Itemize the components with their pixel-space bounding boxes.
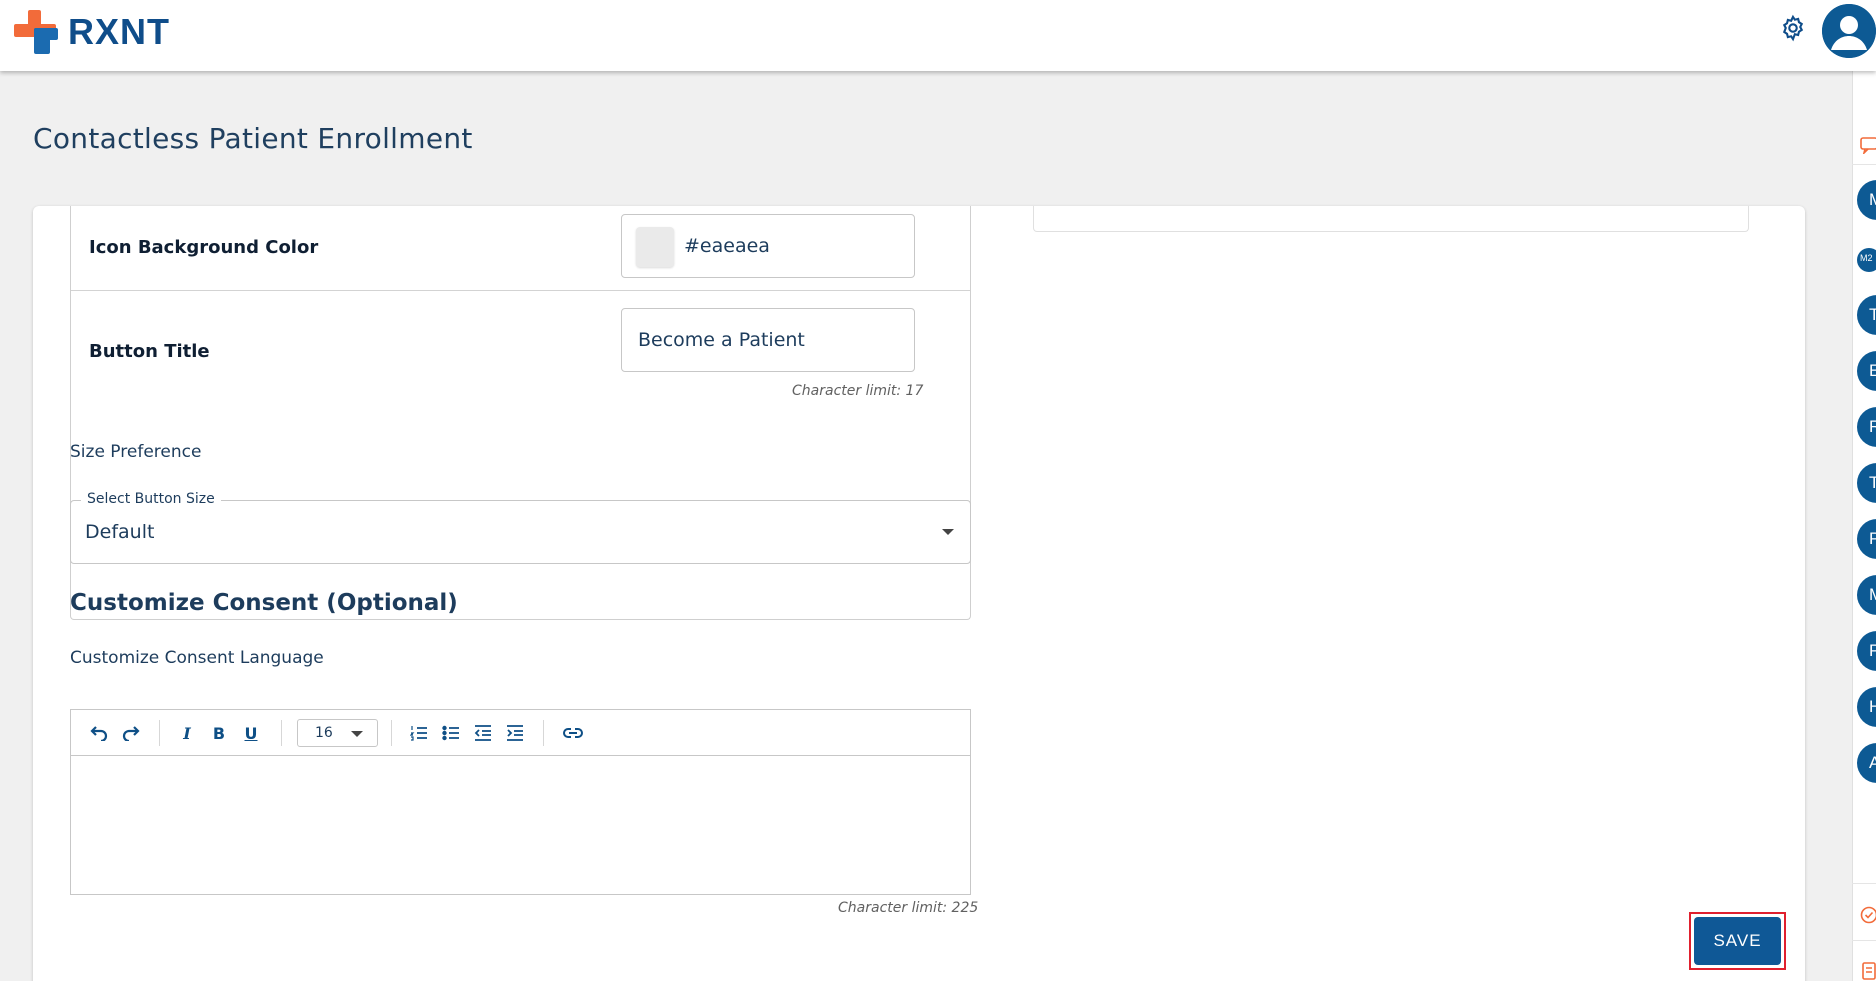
indent-icon[interactable] <box>503 721 527 745</box>
preview-panel <box>1033 206 1749 232</box>
enrollment-settings-card: Icon Background Color #eaeaea Button Tit… <box>33 206 1805 981</box>
gear-icon[interactable] <box>1779 14 1807 42</box>
ordered-list-icon[interactable] <box>407 721 431 745</box>
chevron-down-icon <box>942 529 954 535</box>
link-icon[interactable] <box>561 721 585 745</box>
redo-icon[interactable] <box>119 721 143 745</box>
underline-icon[interactable]: U <box>239 721 263 745</box>
button-title-input[interactable]: Become a Patient <box>621 308 915 372</box>
consent-language-label: Customize Consent Language <box>70 648 324 668</box>
save-button[interactable]: SAVE <box>1694 917 1781 965</box>
font-size-value: 16 <box>315 725 333 741</box>
color-swatch[interactable] <box>636 227 674 267</box>
consent-editor: I B U 16 <box>70 709 971 895</box>
save-button-highlight: SAVE <box>1689 912 1786 970</box>
page-title: Contactless Patient Enrollment <box>33 122 473 155</box>
icon-bg-color-label: Icon Background Color <box>89 237 319 258</box>
button-size-value: Default <box>85 521 155 543</box>
side-avatar[interactable]: M2 <box>1857 248 1876 272</box>
user-avatar-icon[interactable] <box>1822 4 1876 58</box>
bold-icon[interactable]: B <box>207 721 231 745</box>
outdent-icon[interactable] <box>471 721 495 745</box>
button-title-label: Button Title <box>89 341 210 362</box>
size-preference-label: Size Preference <box>70 442 202 462</box>
font-size-select[interactable]: 16 <box>297 719 378 747</box>
button-title-value: Become a Patient <box>638 329 805 351</box>
consent-char-limit: Character limit: 225 <box>838 900 979 916</box>
side-divider <box>1852 883 1876 884</box>
brand-name: RXNT <box>68 11 170 52</box>
icon-bg-color-input[interactable]: #eaeaea <box>621 214 915 278</box>
button-size-legend: Select Button Size <box>81 491 221 507</box>
editor-toolbar: I B U 16 <box>71 710 970 756</box>
bullet-list-icon[interactable] <box>439 721 463 745</box>
chat-icon[interactable] <box>1860 136 1876 156</box>
toolbar-separator <box>281 720 282 746</box>
check-circle-icon[interactable] <box>1860 906 1876 924</box>
logo-cross-icon <box>14 10 58 54</box>
top-bar: RXNT <box>0 0 1876 71</box>
document-icon[interactable] <box>1860 962 1876 980</box>
side-divider <box>1852 940 1876 941</box>
toolbar-separator <box>391 720 392 746</box>
consent-heading: Customize Consent (Optional) <box>70 590 458 616</box>
consent-editor-textarea[interactable] <box>71 756 970 894</box>
italic-icon[interactable]: I <box>175 721 199 745</box>
button-size-select[interactable]: Select Button Size Default <box>70 491 971 564</box>
toolbar-separator <box>159 720 160 746</box>
undo-icon[interactable] <box>87 721 111 745</box>
row-divider <box>71 290 970 291</box>
chevron-down-icon <box>351 731 363 737</box>
side-divider <box>1852 164 1876 165</box>
toolbar-separator <box>543 720 544 746</box>
rxnt-logo[interactable]: RXNT <box>14 10 170 54</box>
icon-bg-color-value: #eaeaea <box>684 235 770 257</box>
button-title-char-limit: Character limit: 17 <box>792 383 924 399</box>
